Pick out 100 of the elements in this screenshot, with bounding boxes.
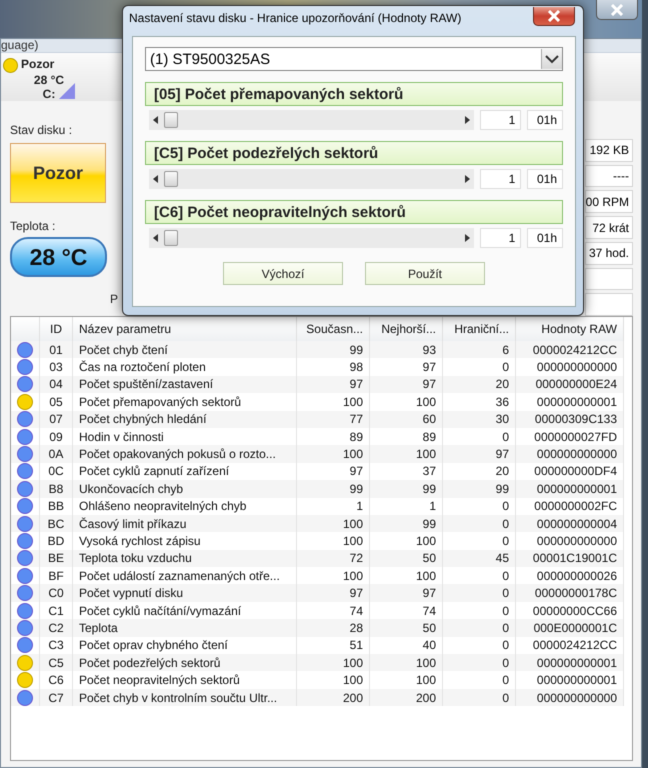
close-button[interactable] — [533, 6, 575, 26]
table-cell: Ukončovacích chyb — [72, 480, 296, 498]
table-cell: 0 — [442, 688, 516, 706]
table-cell: BC — [40, 514, 72, 532]
info-field: ---- — [585, 164, 633, 188]
left-arrow-icon[interactable] — [153, 116, 158, 124]
disk-temperature: 28 °C — [34, 73, 64, 87]
table-cell: Časový limit příkazu — [72, 514, 296, 532]
table-cell: C5 — [40, 654, 72, 672]
threshold-slider[interactable] — [149, 228, 474, 248]
column-header[interactable]: Nejhorší... — [370, 317, 442, 341]
table-cell: 00001C19001C — [516, 550, 624, 568]
corner-triangle-icon — [59, 83, 75, 99]
section-header: [05] Počet přemapovaných sektorů — [145, 82, 563, 106]
disk-dropdown[interactable]: (1) ST9500325AS — [145, 47, 563, 71]
table-cell: 100 — [370, 445, 442, 463]
column-header[interactable]: Název parametru — [72, 317, 296, 341]
table-cell: 50 — [370, 550, 442, 568]
table-cell: Počet chyb čtení — [72, 341, 296, 358]
table-cell: 99 — [296, 341, 370, 358]
table-cell: 01 — [40, 341, 72, 358]
table-cell: 30 — [442, 410, 516, 428]
table-cell: 99 — [296, 480, 370, 498]
info-field: 72 krát — [585, 216, 633, 239]
health-status[interactable]: Pozor — [10, 143, 106, 203]
table-cell: 97 — [370, 584, 442, 602]
close-icon — [610, 4, 624, 16]
table-cell: 20 — [442, 376, 516, 394]
dialog-button[interactable]: Výchozí — [223, 262, 343, 285]
right-arrow-icon[interactable] — [464, 116, 470, 124]
table-cell: 000E0000001C — [516, 619, 624, 637]
temperature-label: Teplota : — [10, 219, 56, 233]
table-cell: 0A — [40, 445, 72, 463]
field-label: P — [110, 292, 118, 306]
table-cell: 100 — [296, 654, 370, 672]
table-cell: 000000000E24 — [516, 376, 624, 394]
column-header[interactable]: Současn... — [296, 317, 370, 341]
slider-thumb[interactable] — [164, 112, 178, 128]
table-cell: 07 — [40, 410, 72, 428]
table-cell: Teplota — [72, 619, 296, 637]
table-cell: 99 — [442, 480, 516, 498]
right-arrow-icon[interactable] — [464, 234, 470, 242]
threshold-slider[interactable] — [149, 110, 474, 130]
table-cell: 72 — [296, 550, 370, 568]
table-cell: 0 — [442, 584, 516, 602]
info-field: 37 hod. — [585, 242, 633, 265]
info-field: 192 KB — [585, 139, 633, 162]
close-icon — [547, 10, 561, 22]
table-cell: Počet chybných hledání — [72, 410, 296, 428]
left-arrow-icon[interactable] — [153, 234, 158, 242]
table-cell: 100 — [296, 514, 370, 532]
table-cell: 28 — [296, 619, 370, 637]
table-cell: 04 — [40, 376, 72, 394]
table-cell: 99 — [370, 480, 442, 498]
column-header[interactable]: Hodnoty RAW — [516, 317, 624, 341]
dialog-button[interactable]: Použít — [365, 262, 485, 285]
table-cell: C0 — [40, 584, 72, 602]
table-cell: 50 — [370, 619, 442, 637]
table-cell: 100 — [296, 445, 370, 463]
table-cell: Počet chyb v kontrolním součtu Ultr... — [72, 688, 296, 706]
close-button[interactable] — [596, 0, 638, 20]
left-arrow-icon[interactable] — [153, 175, 158, 183]
menu-text[interactable]: guage) — [1, 38, 38, 52]
table-cell: 00000309C133 — [516, 410, 624, 428]
hex-field: 01h — [527, 169, 563, 189]
slider-thumb[interactable] — [164, 230, 178, 246]
hex-field: 01h — [527, 110, 563, 130]
table-cell: 00000000178C — [516, 584, 624, 602]
column-header[interactable]: ID — [40, 317, 72, 341]
value-field[interactable]: 1 — [480, 228, 522, 248]
table-cell: 200 — [370, 688, 442, 706]
table-cell: Počet opakovaných pokusů o rozto... — [72, 445, 296, 463]
table-cell: 99 — [370, 514, 442, 532]
table-cell: 97 — [442, 445, 516, 463]
table-cell: 000000000001 — [516, 480, 624, 498]
slider-thumb[interactable] — [164, 171, 178, 187]
table-cell: 000000000004 — [516, 514, 624, 532]
info-field: 00 RPM — [585, 190, 633, 214]
disk-tab[interactable]: Pozor 28 °C C: — [1, 53, 77, 101]
hex-field: 01h — [527, 228, 563, 248]
disk-status: Pozor — [21, 57, 56, 73]
value-field[interactable]: 1 — [480, 169, 522, 189]
table-cell: 77 — [296, 410, 370, 428]
drive-letter: C: — [42, 87, 56, 101]
temperature-display: 28 °C — [10, 237, 107, 277]
column-header[interactable]: Hraniční... — [442, 317, 516, 341]
value-field[interactable]: 1 — [480, 110, 522, 130]
table-cell: 97 — [370, 376, 442, 394]
table-cell: 0 — [442, 514, 516, 532]
table-cell: 000000000001 — [516, 654, 624, 672]
table-cell: 0 — [442, 654, 516, 672]
right-arrow-icon[interactable] — [464, 175, 470, 183]
dialog-title: Nastavení stavu disku - Hranice upozorňování (Hodnoty RAW) — [129, 11, 462, 25]
table-cell: 6 — [442, 341, 516, 358]
table-cell: C2 — [40, 619, 72, 637]
table-cell: 0 — [442, 619, 516, 637]
table-cell: 100 — [370, 654, 442, 672]
table-cell: BE — [40, 550, 72, 568]
threshold-slider[interactable] — [149, 169, 474, 189]
table-cell: 93 — [370, 341, 442, 358]
